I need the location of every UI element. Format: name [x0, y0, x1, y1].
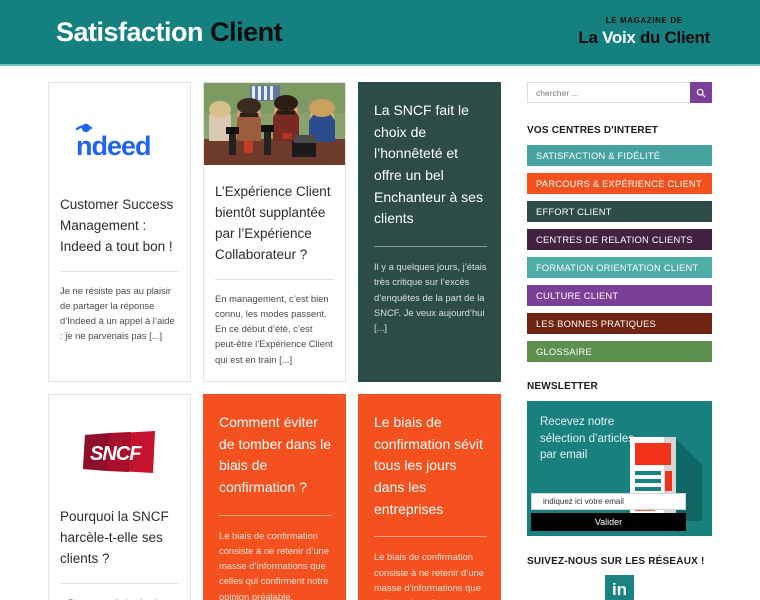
- article-card-body: L’Expérience Client bientôt supplantée p…: [204, 165, 345, 381]
- linkedin-icon[interactable]: in: [605, 575, 634, 600]
- brand-part-2: Client: [210, 16, 283, 47]
- svg-text:ndeed: ndeed: [76, 131, 151, 160]
- masthead[interactable]: LE MAGAZINE DE La Voix du Client: [578, 16, 710, 47]
- masthead-kicker: LE MAGAZINE DE: [605, 16, 683, 26]
- divider: [374, 246, 487, 248]
- category-label: CULTURE CLIENT: [536, 290, 619, 301]
- category-label: FORMATION ORIENTATION CLIENT: [536, 262, 699, 273]
- divider: [219, 514, 332, 516]
- newsletter-email-input[interactable]: indiquez ici votre email: [531, 493, 686, 510]
- search-form: [527, 82, 712, 103]
- newsletter-pitch: Recevez notre sélection d’articles par e…: [540, 416, 634, 462]
- article-card[interactable]: SNCF Pourquoi la SNCF harcèle-t-elle ses…: [48, 393, 191, 600]
- sidebar-item-culture[interactable]: CULTURE CLIENT: [527, 285, 712, 306]
- article-excerpt: Il y a quelques jours, j’étais très crit…: [374, 261, 487, 334]
- masthead-voix: Voix: [602, 27, 636, 47]
- site-logo[interactable]: Satisfaction Client: [56, 16, 283, 48]
- article-grid: ndeed Customer Success Management : Inde…: [48, 82, 519, 600]
- sidebar-item-bonnes-pratiques[interactable]: LES BONNES PRATIQUES: [527, 313, 712, 334]
- newsletter-heading: NEWSLETTER: [527, 381, 598, 392]
- sidebar-item-satisfaction[interactable]: SATISFACTION & FIDÉLITÉ: [527, 145, 712, 166]
- svg-text:SNCF: SNCF: [90, 443, 142, 465]
- category-label: SATISFACTION & FIDÉLITÉ: [536, 150, 661, 161]
- article-title: Pourquoi la SNCF harcèle-t-elle ses clie…: [60, 508, 169, 566]
- search-icon: [696, 88, 706, 97]
- social-links: in: [527, 575, 712, 600]
- category-label: LES BONNES PRATIQUES: [536, 318, 657, 329]
- masthead-la: La: [578, 27, 603, 47]
- article-grid-region: ndeed Customer Success Management : Inde…: [0, 82, 527, 600]
- site-header: Satisfaction Client LE MAGAZINE DE La Vo…: [0, 0, 760, 66]
- article-excerpt: Je ne résiste pas au plaisir de partager…: [60, 284, 175, 342]
- masthead-du-client: du Client: [635, 27, 710, 47]
- article-card[interactable]: ndeed Customer Success Management : Inde…: [48, 82, 191, 382]
- article-title: Comment éviter de tomber dans le biais d…: [219, 413, 332, 495]
- category-label: CENTRES DE RELATION CLIENTS: [536, 234, 693, 245]
- article-excerpt: « Bienvenue à destination. Votre avis co…: [60, 595, 179, 600]
- newsletter-widget: Recevez notre sélection d’articles par e…: [527, 401, 712, 536]
- indeed-logo-icon: ndeed: [60, 95, 179, 187]
- article-excerpt: Le biais de confirmation consiste à ne r…: [374, 551, 484, 600]
- article-card[interactable]: Le biais de confirmation sévit tous les …: [358, 393, 501, 600]
- sncf-logo-icon: SNCF: [60, 407, 179, 499]
- sidebar-item-parcours[interactable]: PARCOURS & EXPÉRIENCE CLIENT: [527, 173, 712, 194]
- interests-heading: VOS CENTRES D'INTERET: [527, 125, 659, 136]
- article-excerpt: Le biais de confirmation consiste à ne r…: [219, 529, 329, 600]
- article-card[interactable]: L’Expérience Client bientôt supplantée p…: [203, 82, 346, 382]
- category-label: PARCOURS & EXPÉRIENCE CLIENT: [536, 178, 702, 189]
- social-heading: SUIVEZ-NOUS SUR LES RÉSEAUX !: [527, 556, 705, 567]
- search-input[interactable]: [527, 82, 690, 103]
- article-card[interactable]: La SNCF fait le choix de l’honnêteté et …: [358, 82, 501, 382]
- masthead-title: La Voix du Client: [578, 27, 710, 47]
- article-card[interactable]: Comment éviter de tomber dans le biais d…: [203, 393, 346, 600]
- divider: [374, 536, 487, 538]
- people-photo-image: [204, 83, 345, 165]
- brand-part-1: Satisfaction: [56, 16, 204, 47]
- article-excerpt: En management, c’est bien connu, les mod…: [215, 292, 333, 365]
- category-label: GLOSSAIRE: [536, 346, 592, 357]
- sidebar-item-effort[interactable]: EFFORT CLIENT: [527, 201, 712, 222]
- newsletter-submit-button[interactable]: Valider: [531, 513, 686, 531]
- sidebar: VOS CENTRES D'INTERET SATISFACTION & FID…: [527, 82, 760, 600]
- article-title: Customer Success Management : Indeed a t…: [60, 197, 174, 254]
- divider: [215, 278, 334, 280]
- page-body: ndeed Customer Success Management : Inde…: [0, 66, 760, 600]
- sidebar-item-centres-relation[interactable]: CENTRES DE RELATION CLIENTS: [527, 229, 712, 250]
- category-list: SATISFACTION & FIDÉLITÉ PARCOURS & EXPÉR…: [527, 145, 712, 362]
- sidebar-item-glossaire[interactable]: GLOSSAIRE: [527, 341, 712, 362]
- divider: [60, 582, 179, 584]
- search-button[interactable]: [690, 82, 712, 103]
- article-title: La SNCF fait le choix de l’honnêteté et …: [374, 102, 483, 227]
- sidebar-item-formation[interactable]: FORMATION ORIENTATION CLIENT: [527, 257, 712, 278]
- article-title: Le biais de confirmation sévit tous les …: [374, 413, 483, 517]
- divider: [60, 270, 179, 272]
- category-label: EFFORT CLIENT: [536, 206, 612, 217]
- article-title: L’Expérience Client bientôt supplantée p…: [215, 184, 331, 262]
